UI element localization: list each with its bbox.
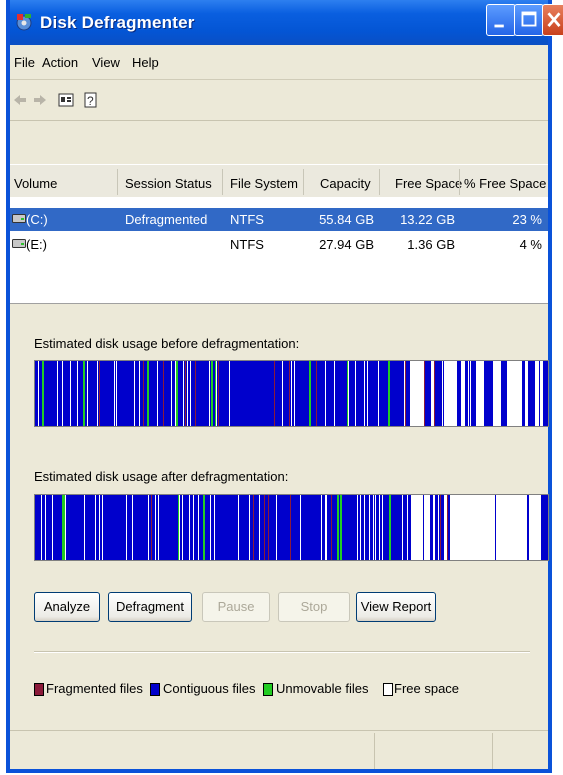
contiguous-swatch [150,683,160,696]
title-bar[interactable]: Disk Defragmenter [10,0,563,45]
volume-name: (C:) [26,212,48,227]
before-usage-graph [35,361,548,426]
minimize-icon [494,24,504,28]
column-separator[interactable] [459,169,460,195]
close-button[interactable] [542,4,563,36]
column-volume[interactable]: Volume [14,176,57,191]
menu-file[interactable]: File [14,55,35,70]
defragment-button[interactable]: Defragment [108,592,192,622]
close-icon [547,12,561,27]
capacity: 55.84 GB [319,212,374,227]
free-space-swatch [383,683,393,696]
legend-contiguous: Contiguous files [163,681,256,696]
view-report-button[interactable]: View Report [356,592,436,622]
column-separator[interactable] [303,169,304,195]
divider [34,651,530,653]
menu-help[interactable]: Help [132,55,159,70]
after-label: Estimated disk usage after defragmentati… [34,469,289,484]
properties-icon[interactable] [58,92,74,108]
column-session-status[interactable]: Session Status [125,176,212,191]
volume-row-c[interactable]: (C:) Defragmented NTFS 55.84 GB 13.22 GB… [10,208,548,231]
file-system: NTFS [230,212,264,227]
after-usage-bar [34,494,549,561]
session-status: Defragmented [125,212,208,227]
before-usage-bar [34,360,549,427]
legend-fragmented: Fragmented files [46,681,143,696]
free-space: 1.36 GB [407,237,455,252]
column-separator[interactable] [379,169,380,195]
legend-free-space: Free space [394,681,460,696]
percent-free-space: 4 % [519,237,542,252]
unmovable-swatch [263,683,273,696]
analyze-button[interactable]: Analyze [34,592,100,622]
menu-action[interactable]: Action [42,55,78,70]
svg-text:?: ? [87,94,94,108]
toolbar: ? [10,80,548,121]
column-file-system[interactable]: File System [230,176,298,191]
before-label: Estimated disk usage before defragmentat… [34,336,300,351]
volume-list-header: Volume Session Status File System Capaci… [10,164,548,197]
minimize-button[interactable] [486,4,516,36]
hard-drive-icon [12,214,26,223]
volume-name: (E:) [26,237,47,252]
back-arrow-icon[interactable] [12,92,28,108]
column-separator[interactable] [117,169,118,195]
fragmented-swatch [34,683,44,696]
help-icon[interactable]: ? [82,92,98,108]
pause-button[interactable]: Pause [202,592,270,622]
volume-row-e[interactable]: (E:) NTFS 27.94 GB 1.36 GB 4 % [10,233,548,256]
maximize-button[interactable] [514,4,544,36]
menu-bar: File Action View Help [10,45,548,80]
column-separator[interactable] [222,169,223,195]
hard-drive-icon [12,239,26,248]
maximize-icon [521,11,537,27]
status-separator [492,733,493,769]
disk-defragmenter-window: Disk Defragmenter File Action View Help … [6,0,563,773]
column-capacity[interactable]: Capacity [320,176,371,191]
file-system: NTFS [230,237,264,252]
percent-free-space: 23 % [512,212,542,227]
legend-unmovable: Unmovable files [276,681,369,696]
menu-view[interactable]: View [92,55,120,70]
stop-button[interactable]: Stop [278,592,350,622]
column-percent-free-space[interactable]: % Free Space [464,176,546,191]
forward-arrow-icon[interactable] [32,92,48,108]
status-bar [10,730,548,770]
free-space: 13.22 GB [400,212,455,227]
capacity: 27.94 GB [319,237,374,252]
status-separator [374,733,375,769]
defragmenter-app-icon [16,14,32,31]
after-usage-graph [35,495,548,560]
column-free-space[interactable]: Free Space [395,176,462,191]
window-title: Disk Defragmenter [40,13,195,32]
